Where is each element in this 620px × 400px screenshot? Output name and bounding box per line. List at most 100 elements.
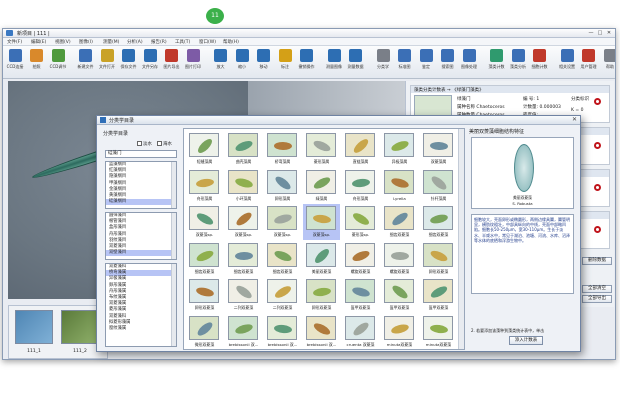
species-tile[interactable]: 曲壳藻属 — [225, 131, 262, 167]
species-tile[interactable]: 双菱藻sp. — [186, 204, 223, 240]
menu-item[interactable]: 编辑(E) — [31, 39, 46, 45]
toolbar-button[interactable]: 藻类计数 — [487, 49, 507, 77]
species-tile[interactable]: 双菱藻属 — [420, 131, 457, 167]
toolbar-button[interactable]: 鉴定 — [416, 49, 436, 77]
toolbar-button[interactable]: 帮助 — [600, 49, 615, 77]
class-list[interactable]: 蓝藻纲目 红藻纲目 隐藻纲目 甲藻纲目 金藻纲目 黄藻纲目 硅藻纲目 — [105, 161, 177, 209]
status-indicator-icon[interactable] — [594, 184, 601, 191]
toolbar-button[interactable]: 搜索图 — [438, 49, 458, 77]
genus-list[interactable]: 双菱藻科 桥弯藻属 异极藻属 卵形藻属 舟形藻属 布纹藻属 双菱藻属 菱形藻属 双菱藻科 拟菱形藻… — [105, 263, 177, 347]
species-tile[interactable]: 短缝藻属 — [186, 131, 223, 167]
species-tile[interactable]: 舟形藻属 — [342, 168, 379, 204]
species-tile[interactable]: 细齿双菱藻 — [264, 241, 301, 277]
toolbar-button[interactable]: 图片导出 — [162, 49, 182, 77]
species-tile[interactable]: 绿藻属 — [303, 168, 340, 204]
species-tile[interactable]: 盔甲双菱藻 — [342, 277, 379, 313]
toolbar-button[interactable]: 缩小 — [232, 49, 252, 77]
species-tile[interactable]: 细齿双菱藻 — [186, 241, 223, 277]
menu-item[interactable]: 帮助(H) — [223, 39, 239, 45]
species-tile[interactable]: 二列双菱藻 — [225, 277, 262, 313]
toolbar-button[interactable]: 图像处理 — [459, 49, 479, 77]
toolbar-button[interactable]: 文件打开 — [97, 49, 117, 77]
menu-item[interactable]: 报告(R) — [151, 39, 167, 45]
minimize-button[interactable]: — — [587, 30, 595, 36]
toolbar-button[interactable]: 拍照 — [27, 49, 47, 77]
species-tile[interactable]: 舟形藻属 — [186, 168, 223, 204]
scrollbar[interactable] — [171, 162, 176, 208]
species-tile[interactable]: brebissonii 双... — [303, 314, 340, 350]
grid-scrollbar[interactable] — [458, 129, 464, 349]
menu-item[interactable]: 视图(V) — [55, 39, 71, 45]
toolbar-button[interactable]: 保存文件 — [119, 49, 139, 77]
toolbar-button[interactable]: 文件另存 — [140, 49, 160, 77]
species-tile[interactable]: 微形双菱藻 — [186, 314, 223, 350]
close-button[interactable]: ✕ — [605, 30, 613, 36]
status-indicator-icon[interactable] — [594, 142, 601, 149]
species-tile[interactable]: 螺旋双菱藻 — [342, 241, 379, 277]
menu-item[interactable]: 窗口(W) — [199, 39, 216, 45]
toolbar-button[interactable]: 测量图像 — [324, 49, 344, 77]
species-tile[interactable]: 菱形藻sp. — [342, 204, 379, 240]
species-tile[interactable]: 针杆藻属 — [420, 168, 457, 204]
species-tile[interactable]: 二列双菱藻 — [264, 277, 301, 313]
status-indicator-icon[interactable] — [594, 226, 601, 233]
menu-item[interactable]: 图像(I) — [79, 39, 93, 45]
menu-item[interactable]: 测量(M) — [103, 39, 119, 45]
toolbar-button[interactable]: 相关设置 — [557, 49, 577, 77]
dialog-close-button[interactable]: ✕ — [572, 116, 577, 123]
species-tile[interactable]: 小环藻属 — [225, 168, 262, 204]
freshwater-checkbox[interactable]: 淡水 — [137, 141, 152, 147]
delete-data-button[interactable]: 删除数据 — [582, 257, 612, 265]
species-tile[interactable]: 卵形藻属 — [264, 168, 301, 204]
toolbar-button[interactable]: 分类学 — [373, 49, 393, 77]
species-tile[interactable]: 细齿双菱藻 — [381, 204, 418, 240]
toolbar-button[interactable]: 标注 — [275, 49, 295, 77]
toolbar-button[interactable]: 测量数据 — [346, 49, 366, 77]
phylum-select[interactable]: 硅藻门 — [105, 150, 177, 158]
thumbnail[interactable]: 111_2 — [61, 310, 99, 354]
toolbar-button[interactable]: 标准图 — [395, 49, 415, 77]
order-list[interactable]: 圆筛藻目 根管藻目 盒形藻目 舟形藻目 羽纹藻目 双菱藻目 双壁藻目 — [105, 212, 177, 260]
species-tile[interactable]: 细齿双菱藻 — [420, 204, 457, 240]
species-tile[interactable]: 异极藻属 — [381, 131, 418, 167]
species-tile[interactable]: 桥弯藻属 — [264, 131, 301, 167]
toolbar-button[interactable]: 放大 — [211, 49, 231, 77]
species-tile[interactable]: 直链藻属 — [342, 131, 379, 167]
seawater-checkbox[interactable]: 海水 — [157, 141, 172, 147]
species-tile[interactable]: 细齿双菱藻 — [225, 241, 262, 277]
toolbar-button[interactable]: CCD连接 — [5, 49, 25, 77]
status-indicator-icon[interactable] — [594, 98, 601, 105]
toolbar-button[interactable]: 撤销操作 — [297, 49, 317, 77]
species-tile[interactable]: 卵形双菱藻 — [303, 277, 340, 313]
species-tile[interactable]: 盔甲双菱藻 — [420, 277, 457, 313]
species-tile[interactable]: brebissonii 双... — [264, 314, 301, 350]
species-tile[interactable]: 卵形双菱藻 — [420, 241, 457, 277]
export-all-button[interactable]: 全部导出 — [582, 295, 612, 303]
species-tile[interactable]: 螺旋双菱藻 — [381, 241, 418, 277]
list-item[interactable]: 硅藻纲目 — [106, 199, 176, 206]
scrollbar[interactable] — [171, 264, 176, 346]
toolbar-button[interactable]: 图片打印 — [183, 49, 203, 77]
species-tile[interactable]: 菱形藻属 — [303, 131, 340, 167]
clear-all-button[interactable]: 全部清空 — [582, 285, 612, 293]
species-tile[interactable]: 双菱藻sp. — [303, 204, 340, 240]
toolbar-button[interactable]: 移动 — [254, 49, 274, 77]
species-tile[interactable]: 卵形双菱藻 — [186, 277, 223, 313]
menu-item[interactable]: 工具(T) — [175, 39, 190, 45]
species-tile[interactable]: 盔甲双菱藻 — [381, 277, 418, 313]
species-tile[interactable]: cruenta 双菱藻 — [342, 314, 379, 350]
species-tile[interactable]: brebissonii 双... — [225, 314, 262, 350]
menu-item[interactable]: 文件(F) — [7, 39, 22, 45]
list-item[interactable]: 双壁藻目 — [106, 250, 176, 257]
species-tile[interactable]: minuta双菱藻 — [381, 314, 418, 350]
toolbar-button[interactable]: 用户管理 — [579, 49, 599, 77]
maximize-button[interactable]: □ — [596, 30, 604, 36]
species-tile[interactable]: 双菱藻sp. — [225, 204, 262, 240]
menu-item[interactable]: 分析(A) — [127, 39, 143, 45]
species-tile[interactable]: 双菱藻sp. — [264, 204, 301, 240]
toolbar-button[interactable]: CCD调节 — [48, 49, 68, 77]
list-item[interactable]: 窗纹藻属 — [106, 326, 176, 332]
toolbar-button[interactable]: 新建文件 — [76, 49, 96, 77]
species-tile[interactable]: 美丽双菱藻 — [303, 241, 340, 277]
add-to-count-button[interactable]: 添入计数表 — [509, 336, 543, 345]
